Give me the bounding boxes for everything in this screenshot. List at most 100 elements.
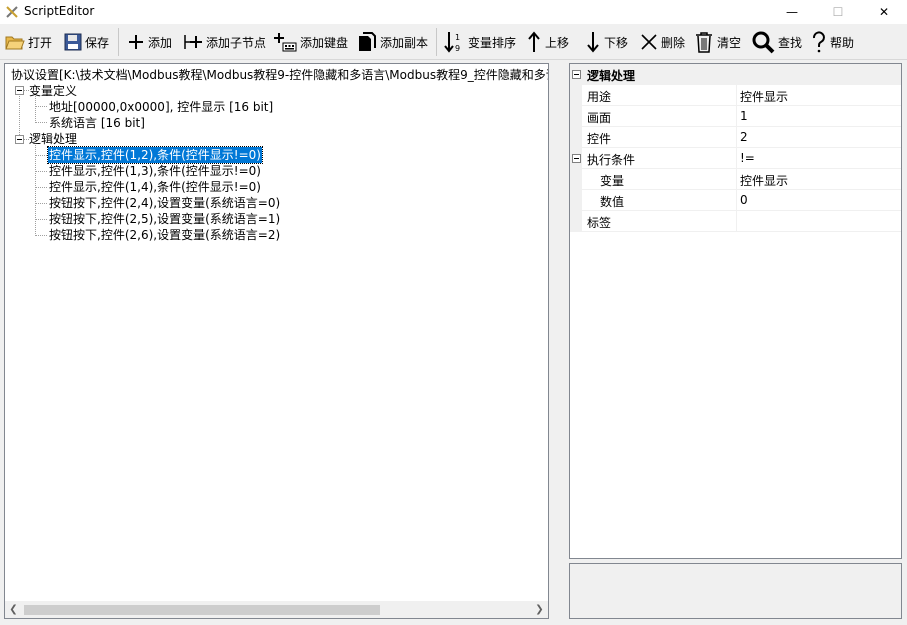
add-child-node-label: 添加子节点	[206, 35, 267, 50]
move-down-label: 下移	[604, 35, 629, 50]
property-gutter	[570, 106, 582, 127]
property-name: 标签	[587, 216, 612, 230]
property-gutter	[570, 169, 582, 190]
property-value[interactable]: !=	[740, 151, 755, 165]
delete-label: 删除	[661, 35, 686, 50]
property-grid: 逻辑处理 用途 控件显示 画面 1 控件 2 执行条件 != 变量 控件显示 数…	[569, 63, 902, 559]
close-button[interactable]: ✕	[861, 0, 907, 24]
tree-connector	[35, 145, 36, 236]
tree-connector	[35, 235, 47, 236]
tree-node-logic-rule[interactable]: 控件显示,控件(1,4),条件(控件显示!=0)	[49, 179, 261, 195]
scrollbar-thumb[interactable]	[24, 605, 380, 615]
tree-connector	[35, 106, 47, 107]
collapse-toggle-icon[interactable]	[15, 86, 24, 95]
collapse-toggle-icon[interactable]	[572, 70, 581, 79]
property-value[interactable]: 2	[740, 130, 748, 144]
property-value[interactable]: 控件显示	[740, 88, 788, 105]
toolbar: 打开 保存 添加 添加子节点 添加键盘 添加副本 1 9 变量排序 上移 下移 …	[0, 24, 907, 60]
sort-icon: 1 9	[444, 32, 460, 53]
script-editor-app-icon	[6, 6, 18, 18]
property-value[interactable]: 0	[740, 193, 748, 207]
arrow-up-icon	[528, 31, 540, 52]
add-keyboard-button[interactable]: 添加键盘	[273, 30, 348, 54]
tree-connector	[35, 203, 47, 204]
property-row[interactable]: 变量 控件显示	[570, 169, 901, 190]
save-button[interactable]: 保存	[64, 30, 109, 54]
scroll-left-icon[interactable]: ❮	[5, 601, 22, 618]
property-gutter	[570, 85, 582, 106]
open-button[interactable]: 打开	[5, 30, 52, 54]
property-row[interactable]: 画面 1	[570, 106, 901, 127]
property-name: 数值	[600, 195, 625, 209]
property-category-row[interactable]: 逻辑处理	[570, 64, 901, 85]
tree-node-variable[interactable]: 地址[00000,0x0000], 控件显示 [16 bit]	[49, 99, 273, 115]
floppy-disk-icon	[64, 33, 82, 51]
property-divider	[736, 106, 737, 127]
tree-node-logic-processing[interactable]: 逻辑处理	[29, 131, 77, 147]
horizontal-scrollbar[interactable]: ❮ ❯	[5, 601, 548, 618]
delete-x-icon	[641, 34, 657, 50]
tree-node-variable-definitions[interactable]: 变量定义	[29, 83, 77, 99]
tree-node-variable[interactable]: 系统语言 [16 bit]	[49, 115, 145, 131]
property-row[interactable]: 用途 控件显示	[570, 85, 901, 106]
property-name: 变量	[600, 174, 625, 188]
collapse-toggle-icon[interactable]	[15, 135, 24, 144]
tree-node-logic-rule[interactable]: 按钮按下,控件(2,5),设置变量(系统语言=1)	[49, 211, 280, 227]
find-button[interactable]: 查找	[751, 30, 802, 54]
magnifier-icon	[752, 31, 775, 54]
move-up-label: 上移	[545, 35, 570, 50]
copy-pages-icon	[359, 32, 376, 51]
property-row[interactable]: 数值 0	[570, 190, 901, 211]
delete-button[interactable]: 删除	[640, 30, 685, 54]
property-value[interactable]: 1	[740, 109, 748, 123]
property-row[interactable]: 控件 2	[570, 127, 901, 148]
property-row-condition[interactable]: 执行条件 !=	[570, 148, 901, 169]
add-button[interactable]: 添加	[127, 30, 172, 54]
move-down-button[interactable]: 下移	[585, 30, 628, 54]
toolbar-separator	[436, 28, 437, 56]
tree-root-node[interactable]: 协议设置[K:\技术文档\Modbus教程\Modbus教程9-控件隐藏和多语言…	[11, 67, 548, 83]
script-tree-view[interactable]: 协议设置[K:\技术文档\Modbus教程\Modbus教程9-控件隐藏和多语言…	[4, 63, 549, 619]
scroll-right-icon[interactable]: ❯	[531, 601, 548, 618]
trash-icon	[696, 32, 712, 53]
tree-connector	[19, 90, 20, 135]
property-description-panel	[569, 563, 902, 619]
minimize-button[interactable]: —	[769, 0, 815, 24]
add-copy-label: 添加副本	[380, 35, 429, 50]
property-name: 画面	[587, 111, 612, 125]
property-divider	[736, 190, 737, 211]
property-divider	[736, 85, 737, 106]
maximize-button[interactable]: ☐	[815, 0, 861, 24]
property-divider	[736, 127, 737, 148]
sort-variables-button[interactable]: 1 9 变量排序	[443, 30, 516, 54]
tree-connector	[35, 155, 47, 156]
title-bar: ScriptEditor — ☐ ✕	[0, 0, 907, 24]
property-row[interactable]: 标签	[570, 211, 901, 232]
help-button[interactable]: 帮助	[811, 30, 854, 54]
tree-node-logic-rule[interactable]: 控件显示,控件(1,3),条件(控件显示!=0)	[49, 163, 261, 179]
help-label: 帮助	[830, 35, 855, 50]
collapse-toggle-icon[interactable]	[572, 154, 581, 163]
property-value[interactable]: 控件显示	[740, 172, 788, 189]
tree-node-logic-rule[interactable]: 按钮按下,控件(2,6),设置变量(系统语言=2)	[49, 227, 280, 243]
add-child-node-button[interactable]: 添加子节点	[183, 30, 266, 54]
clear-button[interactable]: 清空	[694, 30, 741, 54]
move-up-button[interactable]: 上移	[526, 30, 569, 54]
tree-node-logic-rule[interactable]: 按钮按下,控件(2,4),设置变量(系统语言=0)	[49, 195, 280, 211]
tree-node-logic-rule-selected[interactable]: 控件显示,控件(1,2),条件(控件显示!=0)	[47, 146, 263, 164]
find-label: 查找	[778, 35, 803, 50]
property-divider	[736, 169, 737, 190]
window-title: ScriptEditor	[24, 4, 95, 18]
property-gutter	[570, 211, 582, 232]
toolbar-separator	[118, 28, 119, 56]
tree-connector	[35, 171, 47, 172]
clear-label: 清空	[717, 35, 742, 50]
tree-connector	[35, 122, 47, 123]
property-category-label: 逻辑处理	[587, 69, 636, 83]
property-name: 控件	[587, 132, 612, 146]
tree-connector	[35, 187, 47, 188]
add-keyboard-icon	[274, 33, 297, 52]
property-gutter	[570, 127, 582, 148]
add-copy-button[interactable]: 添加副本	[357, 30, 428, 54]
svg-text:1: 1	[455, 33, 460, 42]
